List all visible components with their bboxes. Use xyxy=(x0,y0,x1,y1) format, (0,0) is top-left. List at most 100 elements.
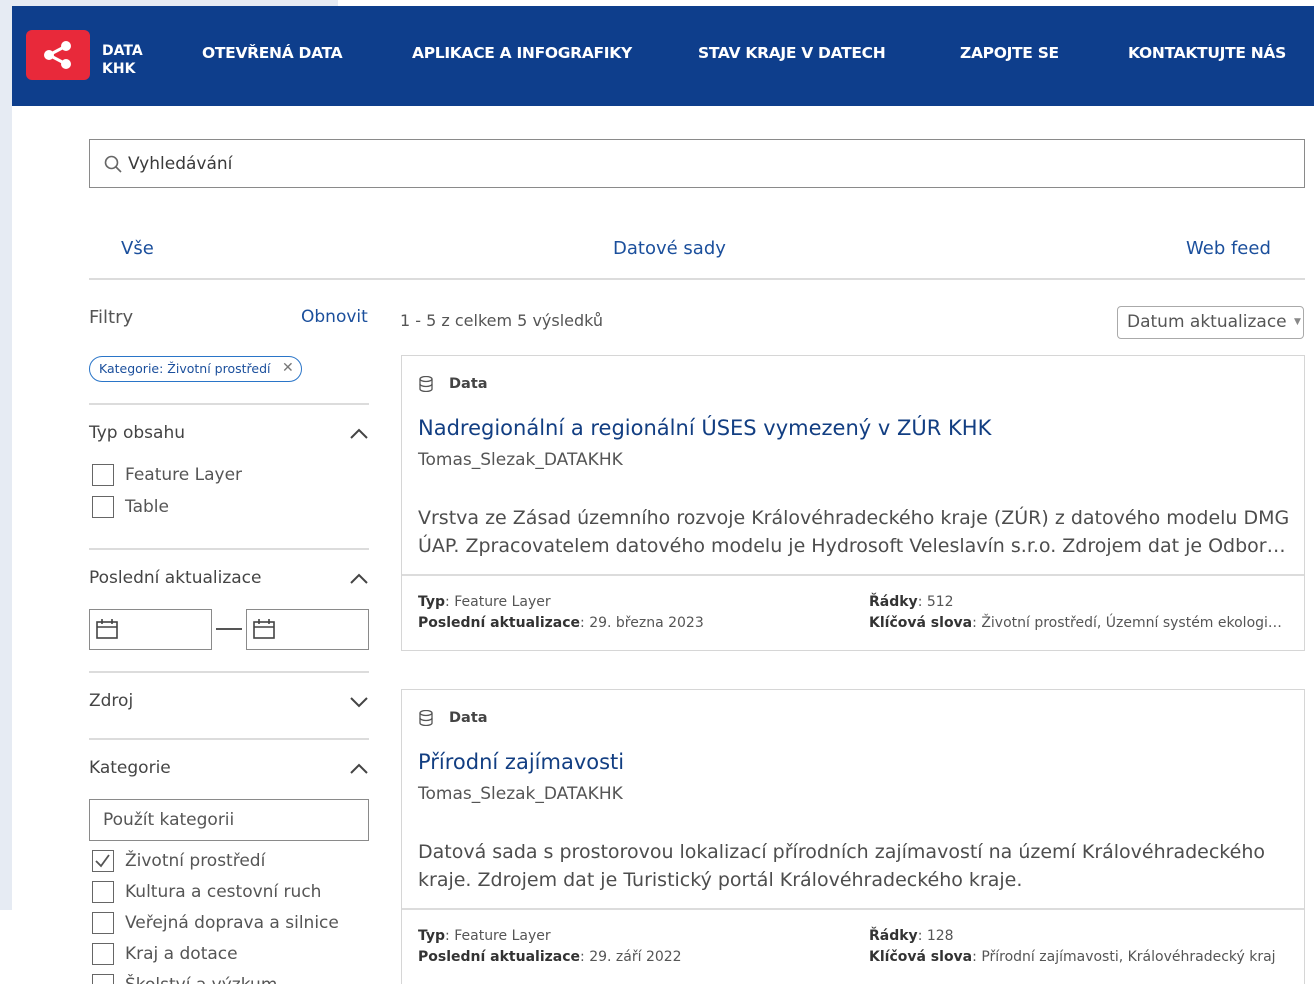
date-range-dash xyxy=(216,628,242,630)
nav-apps-infographics[interactable]: APLIKACE A INFOGRAFIKY xyxy=(412,44,632,62)
meta-value: 512 xyxy=(926,594,954,610)
meta-key: Typ xyxy=(418,594,446,610)
logo-line-1: DATA xyxy=(102,43,143,59)
meta-key: Typ xyxy=(418,928,446,944)
calendar-icon xyxy=(253,619,275,639)
database-icon xyxy=(419,710,433,726)
site-header: DATA KHK OTEVŘENÁ DATA APLIKACE A INFOGR… xyxy=(12,6,1314,106)
checkbox-label: Feature Layer xyxy=(125,465,243,485)
date-from-input[interactable] xyxy=(89,609,212,650)
filter-divider xyxy=(89,671,369,673)
result-title-link[interactable]: Přírodní zajímavosti xyxy=(418,750,624,774)
content-type-title[interactable]: Typ obsahu xyxy=(89,423,185,443)
description-line: kraje. Zdrojem dat je Turistický portál … xyxy=(418,869,1023,891)
meta-key: Řádky xyxy=(869,594,918,610)
reset-filters-button[interactable]: Obnovit xyxy=(301,307,368,327)
category-title[interactable]: Kategorie xyxy=(89,758,171,778)
checkbox[interactable] xyxy=(92,881,114,903)
active-filter-chip[interactable]: Kategorie: Životní prostředí ✕ xyxy=(89,356,302,382)
card-divider xyxy=(402,908,1304,910)
chevron-up-icon[interactable] xyxy=(349,573,369,585)
close-icon[interactable]: ✕ xyxy=(282,360,294,376)
meta-key: Klíčová slova xyxy=(869,615,973,631)
sort-select[interactable]: Datum aktualizace ▼ xyxy=(1117,306,1304,339)
tab-datasets[interactable]: Datové sady xyxy=(613,238,726,259)
nav-open-data[interactable]: OTEVŘENÁ DATA xyxy=(202,44,343,62)
result-description: Vrstva ze Zásad územního rozvoje Králové… xyxy=(418,504,1298,560)
result-title-link[interactable]: Nadregionální a regionální ÚSES vymezený… xyxy=(418,416,991,440)
meta-key: Poslední aktualizace xyxy=(418,949,581,965)
description-line: Datová sada s prostorovou lokalizací pří… xyxy=(418,841,1265,863)
page-frame: DATA KHK OTEVŘENÁ DATA APLIKACE A INFOGR… xyxy=(0,0,1314,984)
logo-text[interactable]: DATA KHK xyxy=(102,42,143,78)
meta-value: 128 xyxy=(926,928,954,944)
result-type: Data xyxy=(449,376,488,392)
database-icon xyxy=(419,376,433,392)
checkbox-label: Table xyxy=(125,497,169,517)
meta-type: Typ: Feature Layer xyxy=(418,928,551,944)
calendar-icon xyxy=(96,619,118,639)
meta-value: 29. března 2023 xyxy=(589,615,704,631)
filter-divider xyxy=(89,738,369,740)
category-input[interactable]: Použít kategorii xyxy=(89,799,369,841)
result-owner: Tomas_Slezak_DATAKHK xyxy=(418,450,623,470)
left-rail xyxy=(0,0,12,910)
meta-key: Řádky xyxy=(869,928,918,944)
meta-rows: Řádky: 128 xyxy=(869,928,954,944)
chevron-up-icon[interactable] xyxy=(349,428,369,440)
meta-key: Klíčová slova xyxy=(869,949,973,965)
nav-contact[interactable]: KONTAKTUJTE NÁS xyxy=(1128,44,1286,62)
meta-type: Typ: Feature Layer xyxy=(418,594,551,610)
result-description: Datová sada s prostorovou lokalizací pří… xyxy=(418,838,1298,894)
tab-all[interactable]: Vše xyxy=(121,238,154,259)
checkbox[interactable] xyxy=(92,943,114,965)
checkbox[interactable] xyxy=(92,496,114,518)
result-card[interactable]: Data Nadregionální a regionální ÚSES vym… xyxy=(401,355,1305,651)
last-update-title[interactable]: Poslední aktualizace xyxy=(89,568,262,588)
date-to-input[interactable] xyxy=(246,609,369,650)
meta-keywords: Klíčová slova: Životní prostředí, Územní… xyxy=(869,615,1282,631)
filter-divider xyxy=(89,403,369,405)
description-line: Vrstva ze Zásad územního rozvoje Králové… xyxy=(418,507,1290,529)
meta-keywords: Klíčová slova: Přírodní zajímavosti, Krá… xyxy=(869,949,1276,965)
source-title[interactable]: Zdroj xyxy=(89,691,133,711)
tabs-divider xyxy=(89,278,1305,280)
checkbox[interactable] xyxy=(92,912,114,934)
checkbox-checked[interactable] xyxy=(92,850,114,872)
checkbox-label: Kraj a dotace xyxy=(125,944,238,964)
checkbox-label: Kultura a cestovní ruch xyxy=(125,882,322,902)
meta-value: Feature Layer xyxy=(454,594,551,610)
sort-value: Datum aktualizace xyxy=(1127,312,1287,332)
checkbox[interactable] xyxy=(92,974,114,984)
result-type: Data xyxy=(449,710,488,726)
chevron-down-icon[interactable] xyxy=(349,696,369,708)
meta-updated: Poslední aktualizace: 29. března 2023 xyxy=(418,615,704,631)
caret-down-icon: ▼ xyxy=(1294,317,1301,327)
meta-value: Přírodní zajímavosti, Královéhradecký kr… xyxy=(981,949,1276,965)
checkbox-label: Životní prostředí xyxy=(125,851,266,871)
search-placeholder: Vyhledávání xyxy=(128,154,233,174)
logo-line-2: KHK xyxy=(102,61,136,77)
search-icon xyxy=(104,155,122,173)
search-input[interactable]: Vyhledávání xyxy=(89,139,1305,188)
meta-rows: Řádky: 512 xyxy=(869,594,954,610)
meta-updated: Poslední aktualizace: 29. září 2022 xyxy=(418,949,682,965)
meta-value: Životní prostředí, Územní systém ekologi… xyxy=(981,615,1282,631)
meta-value: Feature Layer xyxy=(454,928,551,944)
nav-get-involved[interactable]: ZAPOJTE SE xyxy=(960,44,1059,62)
checkmark-icon xyxy=(95,854,110,868)
chevron-up-icon[interactable] xyxy=(349,763,369,775)
meta-value: 29. září 2022 xyxy=(589,949,682,965)
tab-web-feed[interactable]: Web feed xyxy=(1186,238,1271,259)
chip-label: Kategorie: Životní prostředí xyxy=(99,361,271,376)
category-input-placeholder: Použít kategorii xyxy=(103,810,235,830)
result-card[interactable]: Data Přírodní zajímavosti Tomas_Slezak_D… xyxy=(401,689,1305,984)
nav-region-state[interactable]: STAV KRAJE V DATECH xyxy=(698,44,886,62)
share-icon xyxy=(44,41,71,69)
logo[interactable] xyxy=(26,30,90,80)
checkbox[interactable] xyxy=(92,464,114,486)
result-owner: Tomas_Slezak_DATAKHK xyxy=(418,784,623,804)
filter-divider xyxy=(89,548,369,550)
filters-title: Filtry xyxy=(89,307,134,328)
results-count: 1 - 5 z celkem 5 výsledků xyxy=(400,311,604,330)
